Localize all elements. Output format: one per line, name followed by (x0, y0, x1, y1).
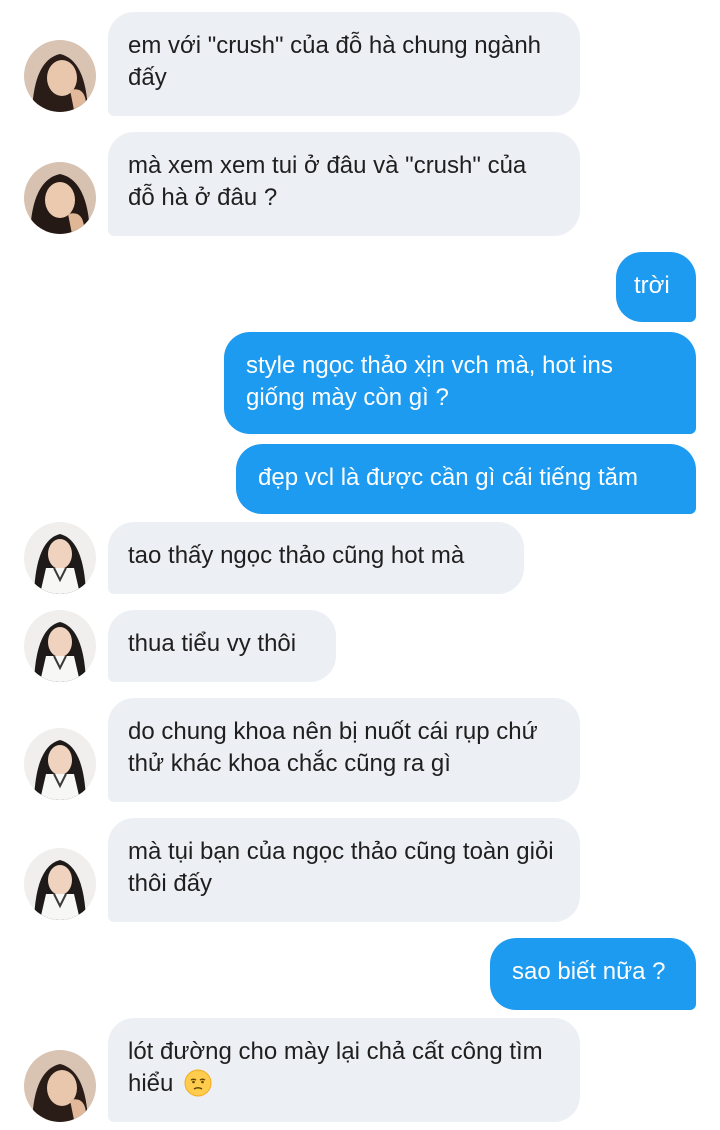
message-text: đẹp vcl là được cần gì cái tiếng tăm (258, 464, 638, 491)
message-text: mà xem xem tui ở đâu và "crush" của đỗ h… (128, 152, 527, 211)
message-bubble-incoming[interactable]: mà xem xem tui ở đâu và "crush" của đỗ h… (108, 132, 580, 236)
avatar[interactable] (24, 610, 96, 682)
message-row: em với "crush" của đỗ hà chung ngành đấy (0, 12, 720, 116)
message-row: trời (0, 252, 720, 322)
message-text: do chung khoa nên bị nuốt cái rụp chứ th… (128, 718, 538, 777)
message-text: mà tụi bạn của ngọc thảo cũng toàn giỏi … (128, 838, 554, 897)
message-bubble-incoming[interactable]: tao thấy ngọc thảo cũng hot mà (108, 522, 524, 594)
chat-thread: em với "crush" của đỗ hà chung ngành đấy… (0, 0, 720, 1130)
message-row: mà xem xem tui ở đâu và "crush" của đỗ h… (0, 132, 720, 236)
message-bubble-outgoing[interactable]: style ngọc thảo xịn vch mà, hot ins giốn… (224, 332, 696, 434)
message-bubble-incoming[interactable]: do chung khoa nên bị nuốt cái rụp chứ th… (108, 698, 580, 802)
message-bubble-outgoing[interactable]: sao biết nữa ? (490, 938, 696, 1010)
avatar-user-a-icon (24, 1050, 96, 1122)
avatar[interactable] (24, 40, 96, 112)
message-text: sao biết nữa ? (512, 958, 666, 985)
message-row: mà tụi bạn của ngọc thảo cũng toàn giỏi … (0, 818, 720, 922)
message-row: tao thấy ngọc thảo cũng hot mà (0, 522, 720, 594)
avatar-user-a-icon (24, 162, 96, 234)
message-row: lót đường cho mày lại chả cất công tìm h… (0, 1018, 720, 1122)
message-text: style ngọc thảo xịn vch mà, hot ins giốn… (246, 352, 613, 411)
avatar-user-b-icon (24, 848, 96, 920)
avatar[interactable] (24, 728, 96, 800)
message-row: đẹp vcl là được cần gì cái tiếng tăm (0, 444, 720, 514)
message-text: em với "crush" của đỗ hà chung ngành đấy (128, 32, 542, 91)
avatar[interactable] (24, 1050, 96, 1122)
message-text: trời (634, 272, 670, 299)
avatar-user-b-icon (24, 522, 96, 594)
message-bubble-outgoing[interactable]: đẹp vcl là được cần gì cái tiếng tăm (236, 444, 696, 514)
message-bubble-outgoing[interactable]: trời (616, 252, 696, 322)
avatar[interactable] (24, 162, 96, 234)
message-row: do chung khoa nên bị nuốt cái rụp chứ th… (0, 698, 720, 802)
avatar-user-b-icon (24, 610, 96, 682)
message-row: sao biết nữa ? (0, 938, 720, 1010)
message-bubble-incoming[interactable]: lót đường cho mày lại chả cất công tìm h… (108, 1018, 580, 1122)
avatar-user-b-icon (24, 728, 96, 800)
message-bubble-incoming[interactable]: mà tụi bạn của ngọc thảo cũng toàn giỏi … (108, 818, 580, 922)
message-text: thua tiểu vy thôi (128, 630, 297, 657)
message-text: tao thấy ngọc thảo cũng hot mà (128, 542, 465, 569)
message-bubble-incoming[interactable]: em với "crush" của đỗ hà chung ngành đấy (108, 12, 580, 116)
message-row: thua tiểu vy thôi (0, 610, 720, 682)
avatar[interactable] (24, 522, 96, 594)
avatar-user-a-icon (24, 40, 96, 112)
message-bubble-incoming[interactable]: thua tiểu vy thôi (108, 610, 336, 682)
avatar[interactable] (24, 848, 96, 920)
unamused-face-emoji-icon (184, 1069, 212, 1097)
message-row: style ngọc thảo xịn vch mà, hot ins giốn… (0, 332, 720, 434)
